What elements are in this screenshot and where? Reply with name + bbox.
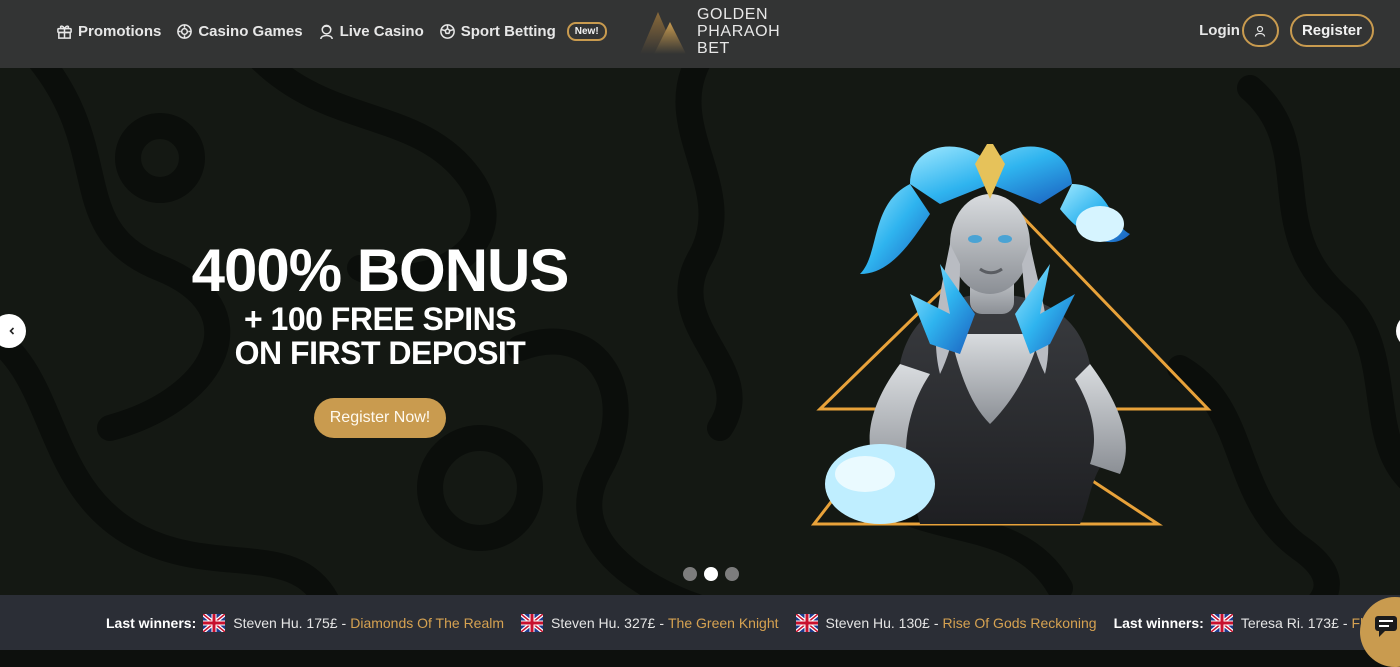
winner-name: Steven Hu. 175£ — [233, 614, 338, 631]
nav-live-casino[interactable]: Live Casino — [318, 23, 424, 40]
login-user-button[interactable] — [1241, 14, 1279, 47]
winner-game-link[interactable]: Diamonds Of The Realm — [350, 615, 504, 631]
hero-copy: 400% BONUS + 100 FREE SPINS ON FIRST DEP… — [170, 240, 590, 438]
carousel-dot[interactable] — [683, 567, 697, 581]
nav-promotions[interactable]: Promotions — [56, 23, 161, 40]
ticker-label: Last winners: — [106, 614, 197, 631]
nav-casino-games[interactable]: Casino Games — [176, 23, 303, 40]
hero-headline: 400% BONUS — [191, 237, 570, 304]
dealer-icon — [319, 24, 333, 40]
nav-label: Casino Games — [198, 23, 303, 40]
winner-name: Teresa Ri. 173£ — [1240, 614, 1339, 631]
chevron-left-icon — [9, 327, 15, 335]
carousel-dot-active[interactable] — [704, 567, 718, 581]
pyramid-logo-icon — [640, 11, 686, 54]
uk-flag-icon — [203, 613, 226, 632]
nav-label: Live Casino — [339, 23, 424, 40]
winner-name: Steven Hu. 130£ — [825, 614, 930, 631]
main-nav: Promotions Casino Games Live Casino Spor… — [56, 0, 622, 63]
winner-name: Steven Hu. 327£ — [551, 614, 656, 631]
uk-flag-icon — [795, 613, 818, 632]
winner-game-link[interactable]: The Green Knight — [668, 615, 779, 631]
nav-sport-betting[interactable]: Sport Betting New! — [439, 22, 607, 41]
register-button[interactable]: Register — [1289, 14, 1374, 47]
uk-flag-icon — [521, 613, 544, 632]
login-link[interactable]: Login — [1199, 22, 1240, 39]
site-logo[interactable]: GOLDEN PHARAOH BET — [640, 6, 780, 57]
hero-subline: + 100 FREE SPINS — [243, 301, 517, 337]
logo-wordmark: GOLDEN PHARAOH BET — [697, 6, 780, 57]
nav-label: Sport Betting — [460, 23, 556, 40]
winner-game-link[interactable]: Rise Of Gods Reckoning — [942, 615, 1096, 631]
carousel-dots — [683, 567, 746, 581]
logo-line: PHARAOH — [697, 23, 781, 40]
site-header: Promotions Casino Games Live Casino Spor… — [0, 0, 1400, 68]
football-icon — [439, 24, 455, 39]
gift-icon — [57, 25, 72, 39]
hero-banner: 400% BONUS + 100 FREE SPINS ON FIRST DEP… — [0, 68, 1400, 595]
carousel-dot[interactable] — [725, 567, 739, 581]
chat-icon — [1375, 616, 1397, 637]
hero-subline: ON FIRST DEPOSIT — [234, 335, 526, 371]
user-icon — [1255, 25, 1266, 37]
new-badge: New! — [566, 22, 607, 41]
logo-line: BET — [697, 40, 730, 57]
chip-icon — [177, 24, 193, 39]
ticker-track: Last winners: Steven Hu. 175£ - Diamonds … — [106, 595, 1398, 650]
register-now-button[interactable]: Register Now! — [313, 398, 447, 438]
logo-line: GOLDEN — [697, 6, 769, 23]
uk-flag-icon — [1210, 613, 1233, 632]
nav-label: Promotions — [78, 23, 162, 40]
ticker-label: Last winners: — [1113, 614, 1204, 631]
last-winners-ticker: Last winners: Steven Hu. 175£ - Diamonds … — [0, 595, 1400, 650]
auth-area: Login Register — [1199, 14, 1374, 47]
jester-queen-illustration — [810, 144, 1212, 526]
